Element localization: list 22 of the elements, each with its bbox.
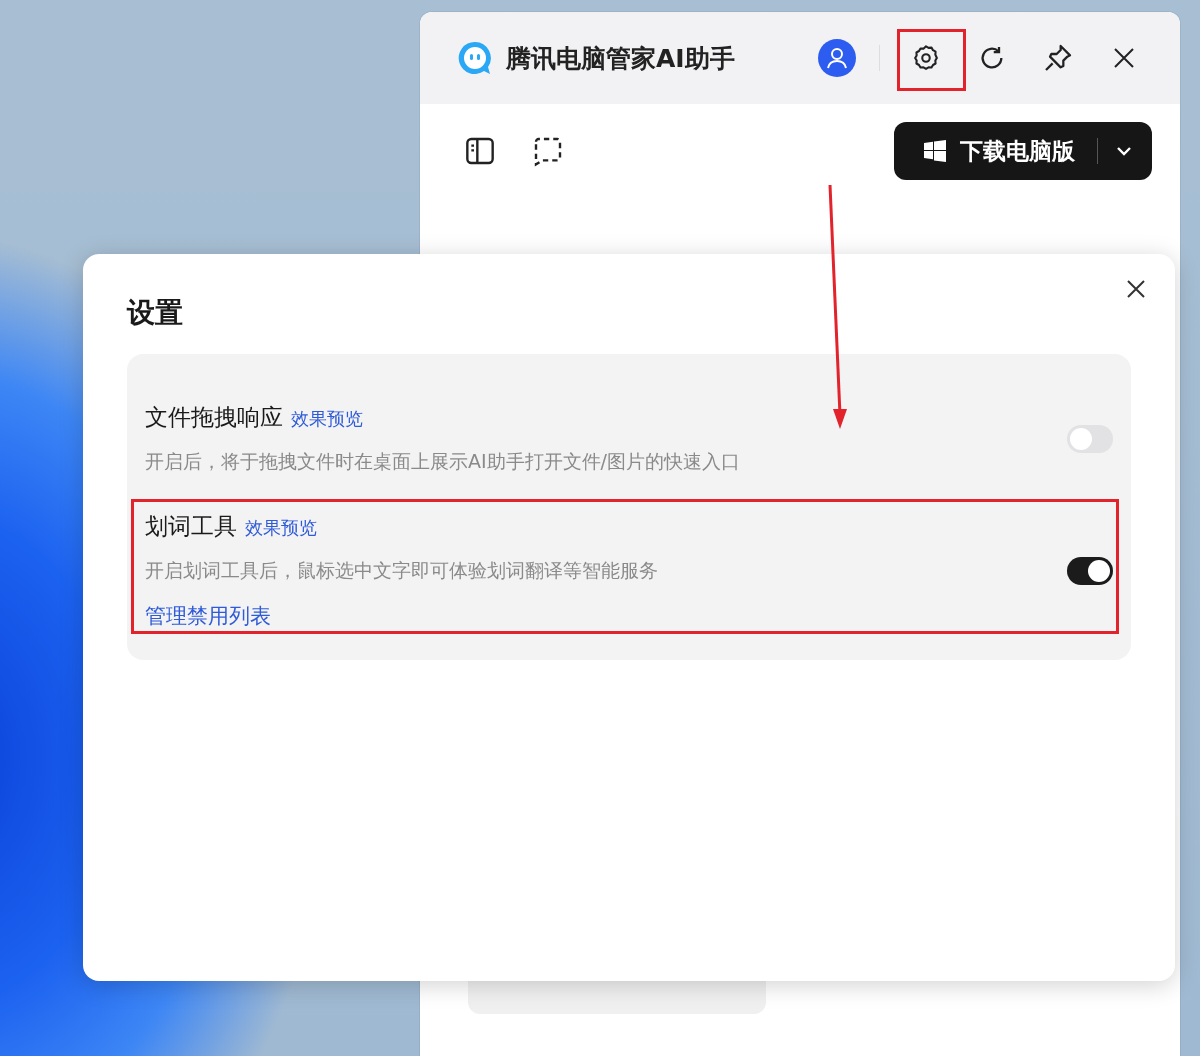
setting-description: 开启后，将于拖拽文件时在桌面上展示AI助手打开文件/图片的快速入口 <box>145 449 741 474</box>
dashed-selection-icon <box>532 135 564 167</box>
close-icon <box>1127 280 1145 298</box>
toggle-switch[interactable] <box>1067 556 1113 585</box>
app-title: 腾讯电脑管家AI助手 <box>506 42 735 75</box>
user-avatar-icon <box>818 39 856 77</box>
annotation-box <box>897 29 966 91</box>
settings-icon <box>912 44 940 72</box>
preview-link[interactable]: 效果预览 <box>245 516 317 540</box>
setting-title: 文件拖拽响应 <box>145 403 283 432</box>
manage-list-link[interactable]: 管理禁用列表 <box>145 602 271 630</box>
preview-link[interactable]: 效果预览 <box>291 407 363 431</box>
setting-description: 开启划词工具后，鼠标选中文字即可体验划词翻译等智能服务 <box>145 558 659 583</box>
download-button[interactable]: 下载电脑版 <box>894 122 1097 180</box>
windows-logo-icon <box>924 140 946 162</box>
dialog-title: 设置 <box>127 295 184 331</box>
chat-bubble-logo-icon <box>456 39 494 77</box>
sidebar-icon <box>464 135 496 167</box>
toggle-switch[interactable] <box>1067 424 1113 453</box>
account-button[interactable] <box>817 38 857 78</box>
close-icon <box>1112 46 1136 70</box>
setting-title: 划词工具 <box>145 512 237 541</box>
